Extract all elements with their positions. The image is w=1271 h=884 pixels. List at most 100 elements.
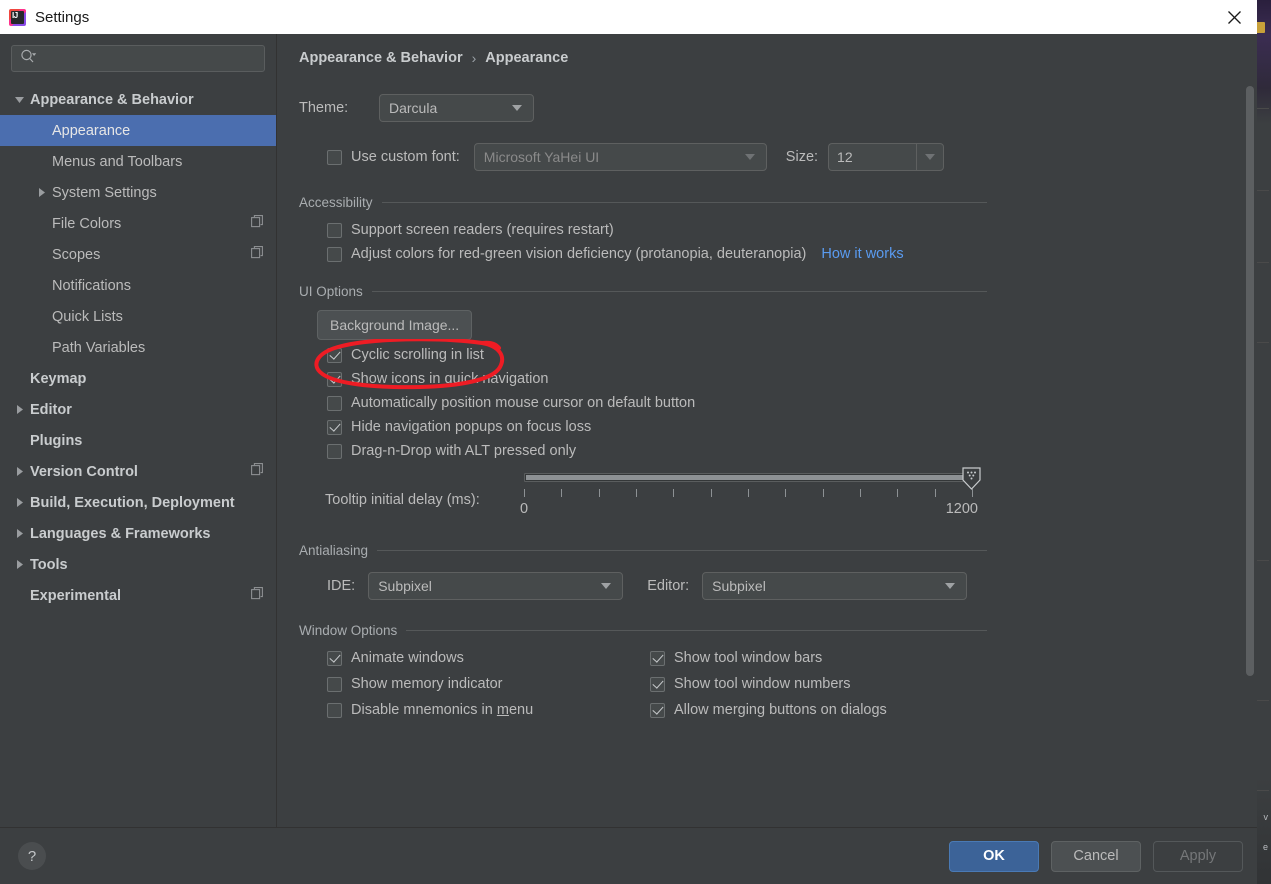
ide-antialiasing-dropdown[interactable]: Subpixel: [368, 572, 624, 600]
ui-option-checkbox-4[interactable]: Drag-n-Drop with ALT pressed only: [327, 443, 1243, 459]
content-pane: Appearance & Behavior › Appearance Theme…: [277, 34, 1257, 827]
sidebar-item-keymap[interactable]: Keymap: [0, 363, 276, 394]
checkbox-box: [327, 149, 342, 165]
background-image-button[interactable]: Background Image...: [317, 310, 473, 340]
slider-tick: [748, 489, 749, 497]
sidebar-item-label: Plugins: [30, 432, 83, 449]
chevron-down-icon: [744, 154, 755, 160]
sidebar-item-appearance[interactable]: Appearance: [0, 115, 276, 146]
search-icon: [20, 49, 37, 69]
dialog-body: Appearance & Behavior Appearance Menus and…: [0, 34, 1257, 827]
tooltip-delay-row: Tooltip initial delay (ms): 0 1200: [299, 465, 1243, 521]
tooltip-delay-slider[interactable]: 0 1200: [520, 465, 981, 521]
sidebar-item-label: Editor: [30, 401, 72, 418]
section-divider: [377, 550, 987, 551]
checkbox-label: Show tool window numbers: [674, 676, 851, 692]
checkbox-label: Show icons in quick navigation: [351, 371, 549, 387]
sidebar-item-file-colors[interactable]: File Colors: [0, 208, 276, 239]
section-divider: [406, 630, 987, 631]
slider-tick: [897, 489, 899, 497]
slider-tick: [822, 489, 824, 497]
how-it-works-link[interactable]: How it works: [821, 246, 903, 262]
project-scope-icon: [251, 586, 264, 605]
breadcrumb-parent[interactable]: Appearance & Behavior: [299, 50, 463, 66]
ui-options-section-header: UI Options: [299, 284, 987, 299]
window-option-left-0[interactable]: Animate windows: [327, 650, 650, 666]
close-icon[interactable]: [1211, 0, 1257, 34]
sidebar-item-plugins[interactable]: Plugins: [0, 425, 276, 456]
theme-dropdown[interactable]: Darcula: [379, 94, 534, 122]
sidebar-item-scopes[interactable]: Scopes: [0, 239, 276, 270]
window-option-left-2[interactable]: Disable mnemonics in menu: [327, 702, 650, 718]
slider-ticks: [524, 489, 973, 498]
window-option-right-2[interactable]: Allow merging buttons on dialogs: [650, 702, 887, 718]
slider-tick: [934, 489, 936, 497]
editor-antialiasing-label: Editor:: [647, 578, 690, 594]
ui-option-checkbox-1[interactable]: Show icons in quick navigation: [327, 371, 1243, 387]
font-size-field[interactable]: 12: [828, 143, 917, 171]
sidebar-item-appearance-behavior[interactable]: Appearance & Behavior: [0, 84, 276, 115]
window-option-right-1[interactable]: Show tool window numbers: [650, 676, 887, 692]
help-button[interactable]: ?: [18, 842, 46, 870]
project-scope-icon: [251, 214, 264, 233]
checkbox-label: Cyclic scrolling in list: [351, 347, 484, 363]
ui-options-title: UI Options: [299, 284, 363, 299]
sidebar-item-notifications[interactable]: Notifications: [0, 270, 276, 301]
triangle-right-icon: [8, 404, 30, 415]
content-scroll-area: Theme: Darcula Use custom font: Microsof…: [277, 80, 1243, 827]
intellij-idea-icon: IJ: [9, 8, 26, 26]
sidebar-item-quick-lists[interactable]: Quick Lists: [0, 301, 276, 332]
triangle-right-icon: [8, 528, 30, 539]
checkbox-box: [327, 371, 342, 387]
ui-option-checkbox-0[interactable]: Cyclic scrolling in list: [327, 347, 1243, 363]
ui-option-checkbox-3[interactable]: Hide navigation popups on focus loss: [327, 419, 1243, 435]
checkbox-label: Allow merging buttons on dialogs: [674, 702, 887, 718]
sidebar-item-languages-frameworks[interactable]: Languages & Frameworks: [0, 518, 276, 549]
editor-antialiasing-dropdown[interactable]: Subpixel: [702, 572, 968, 600]
breadcrumb: Appearance & Behavior › Appearance: [277, 34, 1257, 66]
accessibility-checkbox-0[interactable]: Support screen readers (requires restart…: [327, 222, 614, 238]
search-box[interactable]: [11, 45, 265, 72]
slider-tick: [673, 489, 675, 497]
triangle-right-icon: [8, 559, 30, 570]
chevron-down-icon: [601, 583, 612, 589]
accessibility-checkbox-1[interactable]: Adjust colors for red-green vision defic…: [327, 246, 806, 262]
checkbox-box: [327, 676, 342, 692]
window-option-right-0[interactable]: Show tool window bars: [650, 650, 887, 666]
window-options-title: Window Options: [299, 623, 398, 638]
checkbox-label: Adjust colors for red-green vision defic…: [351, 246, 807, 262]
sidebar-item-experimental[interactable]: Experimental: [0, 580, 276, 611]
sidebar-item-system-settings[interactable]: System Settings: [0, 177, 276, 208]
slider-thumb[interactable]: [962, 467, 981, 490]
search-input[interactable]: [41, 50, 258, 67]
window-option-left-1[interactable]: Show memory indicator: [327, 676, 650, 692]
sidebar-item-label: Notifications: [52, 277, 131, 294]
sidebar-item-path-variables[interactable]: Path Variables: [0, 332, 276, 363]
sidebar-item-tools[interactable]: Tools: [0, 549, 276, 580]
sidebar-item-label: Scopes: [52, 246, 101, 263]
cancel-button[interactable]: Cancel: [1051, 840, 1141, 872]
settings-tree: Appearance & Behavior Appearance Menus and…: [0, 80, 276, 827]
dialog-footer: ? OK Cancel Apply: [0, 827, 1257, 884]
font-size-stepper[interactable]: [916, 143, 945, 171]
title-bar: IJ Settings: [0, 0, 1257, 34]
checkbox-box: [327, 395, 342, 411]
sidebar-item-version-control[interactable]: Version Control: [0, 456, 276, 487]
sidebar-item-editor[interactable]: Editor: [0, 394, 276, 425]
checkbox-box: [327, 246, 342, 262]
ok-button[interactable]: OK: [949, 840, 1039, 872]
antialiasing-title: Antialiasing: [299, 543, 369, 558]
ui-option-checkbox-2[interactable]: Automatically position mouse cursor on d…: [327, 395, 1243, 411]
custom-font-dropdown[interactable]: Microsoft YaHei UI: [473, 143, 767, 171]
sidebar-item-build-execution-deployment[interactable]: Build, Execution, Deployment: [0, 487, 276, 518]
content-scrollbar[interactable]: [1245, 80, 1255, 813]
theme-row: Theme: Darcula: [299, 94, 1243, 122]
use-custom-font-checkbox[interactable]: Use custom font:: [327, 149, 460, 165]
sidebar-item-label: Languages & Frameworks: [30, 525, 211, 542]
sidebar-item-menus-and-toolbars[interactable]: Menus and Toolbars: [0, 146, 276, 177]
sidebar-item-label: Keymap: [30, 370, 87, 387]
slider-tick: [860, 489, 861, 497]
slider-tick: [972, 489, 973, 497]
checkbox-box: [327, 347, 342, 363]
scrollbar-thumb[interactable]: [1246, 86, 1254, 676]
